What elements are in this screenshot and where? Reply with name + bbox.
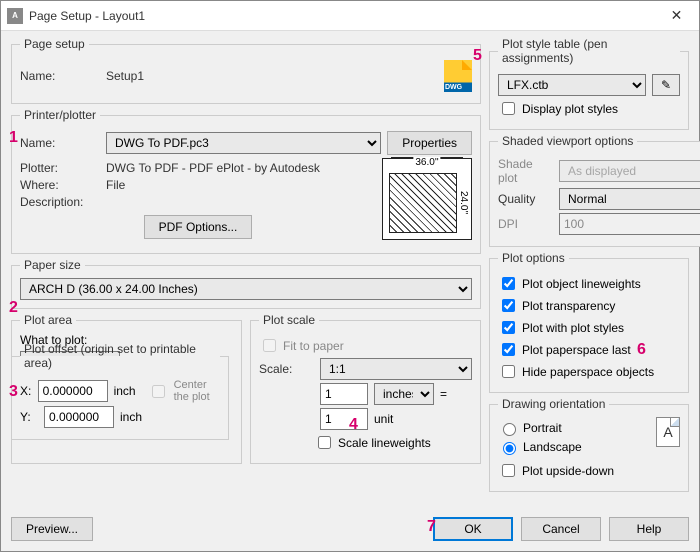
marker-5: 5 — [473, 47, 482, 65]
scale-select[interactable]: 1:1 — [320, 358, 472, 380]
paper-size-group: Paper size ARCH D (36.00 x 24.00 Inches) — [11, 258, 481, 309]
portrait-radio[interactable] — [503, 423, 516, 436]
paper-preview: 36.0'' 24.0'' — [382, 158, 472, 240]
style-table-group: Plot style table (pen assignments) LFX.c… — [489, 37, 689, 130]
options-legend: Plot options — [498, 251, 569, 265]
scale-unit-select[interactable]: inches — [374, 383, 434, 405]
orient-legend: Drawing orientation — [498, 397, 609, 411]
plot-scale-legend: Plot scale — [259, 313, 319, 327]
shaded-viewport-group: Shaded viewport options Shade plot As di… — [489, 134, 700, 247]
x-label: X: — [20, 384, 32, 398]
marker-4: 4 — [349, 416, 358, 434]
offset-legend: Plot offset (origin set to printable are… — [20, 342, 220, 370]
landscape-radio[interactable] — [503, 442, 516, 455]
y-label: Y: — [20, 410, 38, 424]
center-plot-label: Center the plot — [174, 379, 220, 403]
landscape-label: Landscape — [523, 440, 582, 454]
plot-area-legend: Plot area — [20, 313, 76, 327]
opt3-label: Plot with plot styles — [522, 321, 624, 335]
y-input[interactable] — [44, 406, 114, 428]
name-value: Setup1 — [106, 69, 438, 83]
plot-scale-group: Plot scale Fit to paper Scale: 1:1 inche… — [250, 313, 481, 464]
shaded-legend: Shaded viewport options — [498, 134, 637, 148]
plot-transparency-checkbox[interactable] — [502, 299, 515, 312]
paper-size-select[interactable]: ARCH D (36.00 x 24.00 Inches) — [20, 278, 472, 300]
hide-paperspace-checkbox[interactable] — [502, 365, 515, 378]
close-button[interactable]: ✕ — [654, 1, 699, 31]
scale-lineweights-label: Scale lineweights — [338, 436, 431, 450]
orientation-icon: A — [656, 417, 680, 447]
center-plot-checkbox — [152, 385, 165, 398]
upside-down-checkbox[interactable] — [502, 464, 515, 477]
app-icon: A — [7, 8, 23, 24]
dwg-icon — [444, 60, 472, 92]
equals-label: = — [440, 387, 447, 401]
unit-label: unit — [374, 412, 393, 426]
style-table-select[interactable]: LFX.ctb — [498, 74, 646, 96]
x-input[interactable] — [38, 380, 108, 402]
plot-paperspace-last-checkbox[interactable] — [502, 343, 515, 356]
scale-label: Scale: — [259, 362, 314, 376]
opt4-label: Plot paperspace last — [522, 343, 631, 357]
opt1-label: Plot object lineweights — [522, 277, 641, 291]
x-unit: inch — [114, 384, 136, 398]
page-setup-group: Page setup Name: Setup1 — [11, 37, 481, 104]
printer-group: Printer/plotter Name: DWG To PDF.pc3 Pro… — [11, 108, 481, 254]
upside-down-label: Plot upside-down — [522, 464, 614, 478]
ok-button[interactable]: OK — [433, 517, 513, 541]
shade-plot-label: Shade plot — [498, 157, 553, 185]
style-table-legend: Plot style table (pen assignments) — [498, 37, 680, 65]
plot-offset-group: Plot offset (origin set to printable are… — [11, 342, 229, 440]
printer-legend: Printer/plotter — [20, 108, 100, 122]
fit-to-paper-checkbox — [263, 339, 276, 352]
scale-numerator[interactable] — [320, 383, 368, 405]
marker-2: 2 — [9, 299, 18, 317]
pdf-options-button[interactable]: PDF Options... — [144, 215, 253, 239]
preview-button[interactable]: Preview... — [11, 517, 93, 541]
edit-style-icon[interactable]: ✎ — [652, 74, 680, 96]
quality-select[interactable]: Normal — [559, 188, 700, 210]
orientation-group: Drawing orientation Portrait Landscape A… — [489, 397, 689, 492]
quality-label: Quality — [498, 192, 553, 206]
marker-6: 6 — [637, 341, 646, 359]
display-plot-styles-label: Display plot styles — [522, 102, 618, 116]
desc-label: Description: — [20, 195, 100, 209]
opt5-label: Hide paperspace objects — [522, 365, 654, 379]
name-label: Name: — [20, 69, 100, 83]
opt2-label: Plot transparency — [522, 299, 615, 313]
properties-button[interactable]: Properties — [387, 131, 472, 155]
marker-3: 3 — [9, 383, 18, 401]
printer-name-label: Name: — [20, 136, 100, 150]
plot-options-group: Plot options Plot object lineweights Plo… — [489, 251, 689, 393]
plotter-label: Plotter: — [20, 161, 100, 175]
plot-lineweights-checkbox[interactable] — [502, 277, 515, 290]
shade-plot-select: As displayed — [559, 160, 700, 182]
preview-width: 36.0'' — [413, 157, 440, 168]
plot-styles-checkbox[interactable] — [502, 321, 515, 334]
scale-denominator[interactable] — [320, 408, 368, 430]
scale-lineweights-checkbox[interactable] — [318, 436, 331, 449]
plotter-value: DWG To PDF - PDF ePlot - by Autodesk — [106, 161, 320, 175]
fit-to-paper-label: Fit to paper — [283, 339, 344, 353]
marker-1: 1 — [9, 129, 18, 147]
help-button[interactable]: Help — [609, 517, 689, 541]
window-title: Page Setup - Layout1 — [29, 9, 654, 23]
display-plot-styles-checkbox[interactable] — [502, 102, 515, 115]
cancel-button[interactable]: Cancel — [521, 517, 601, 541]
preview-height: 24.0'' — [457, 175, 469, 231]
y-unit: inch — [120, 410, 142, 424]
printer-name-select[interactable]: DWG To PDF.pc3 — [106, 132, 381, 154]
where-value: File — [106, 178, 125, 192]
marker-7: 7 — [427, 518, 436, 536]
dpi-label: DPI — [498, 217, 553, 231]
paper-legend: Paper size — [20, 258, 85, 272]
page-setup-dialog: A Page Setup - Layout1 ✕ 1 2 3 4 5 6 7 P… — [0, 0, 700, 552]
where-label: Where: — [20, 178, 100, 192]
titlebar: A Page Setup - Layout1 ✕ — [1, 1, 699, 31]
dpi-input — [559, 213, 700, 235]
page-setup-legend: Page setup — [20, 37, 89, 51]
portrait-label: Portrait — [523, 421, 562, 435]
